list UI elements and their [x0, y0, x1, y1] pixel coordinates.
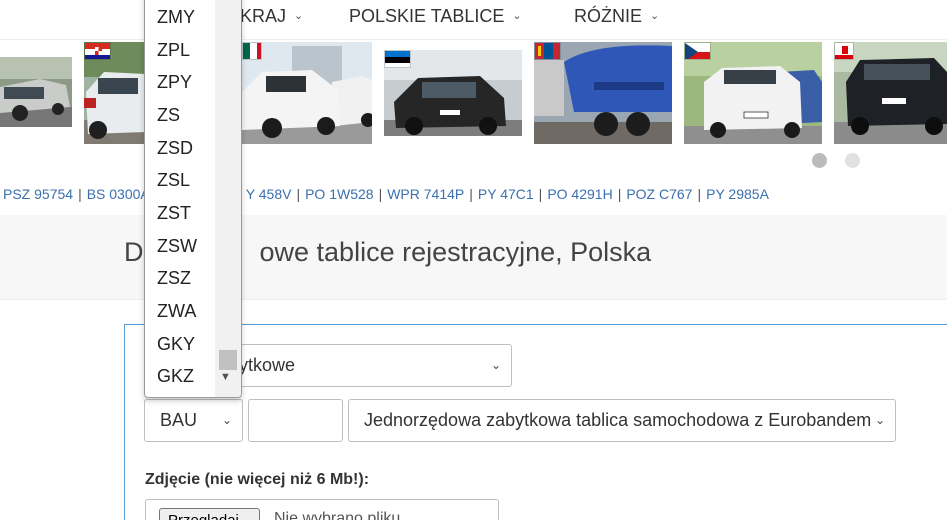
nav-item-label: KRAJ: [240, 6, 287, 26]
chevron-down-icon: ⌄: [650, 10, 660, 22]
estonia-flag-icon: [384, 50, 411, 68]
page-title-start: D: [124, 237, 144, 267]
plate-link[interactable]: PO 4291H: [547, 186, 612, 202]
gibraltar-flag-icon: [834, 42, 854, 60]
code-select-value: BAU: [160, 410, 198, 430]
plate-type-select[interactable]: Jednorzędowa zabytkowa tablica samochodo…: [348, 399, 896, 442]
croatia-flag-icon: [84, 42, 111, 60]
nav-item-label: RÓŻNIE: [574, 6, 643, 26]
file-upload-field[interactable]: Przeglądaj... Nie wybrano pliku.: [145, 499, 499, 520]
scrollbar-thumb[interactable]: [219, 350, 237, 370]
separator: |: [469, 186, 473, 202]
carousel-slide[interactable]: [242, 42, 372, 144]
plate-link[interactable]: Y 458V: [246, 186, 292, 202]
page-title-end: owe tablice rejestracyjne, Polska: [259, 237, 652, 267]
code-select[interactable]: BAU ⌄: [144, 399, 243, 442]
carousel-dot-active[interactable]: [812, 153, 827, 168]
separator: |: [617, 186, 622, 202]
chevron-down-icon: ⌄: [294, 10, 304, 22]
plate-number-input[interactable]: [248, 399, 343, 442]
dropdown-option[interactable]: ZSL: [145, 164, 215, 196]
separator: |: [78, 186, 82, 202]
carousel-slide[interactable]: [684, 42, 822, 144]
mongolia-flag-icon: [534, 42, 561, 60]
dropdown-option[interactable]: GKY: [145, 328, 215, 360]
carousel-slide[interactable]: [0, 57, 72, 127]
carousel-slide[interactable]: [834, 42, 947, 144]
chevron-down-icon: ⌄: [490, 358, 501, 372]
czech-flag-icon: [684, 42, 711, 60]
dropdown-option[interactable]: ZS: [145, 99, 215, 131]
dropdown-option[interactable]: ZSW: [145, 230, 215, 262]
dropdown-option[interactable]: ZPY: [145, 66, 215, 98]
browse-button[interactable]: Przeglądaj...: [159, 508, 261, 520]
top-nav: KRAJ ⌄ POLSKIE TABLICE ⌄ RÓŻNIE ⌄: [0, 0, 947, 40]
plate-link[interactable]: POZ C767: [626, 186, 692, 202]
nav-item-misc[interactable]: RÓŻNIE ⌄: [574, 6, 659, 27]
carousel-slide[interactable]: [384, 50, 522, 136]
photo-upload-label: Zdjęcie (nie więcej niż 6 Mb!):: [145, 471, 370, 488]
dropdown-option[interactable]: ZPL: [145, 34, 215, 66]
separator: |: [296, 186, 301, 202]
page-root: KRAJ ⌄ POLSKIE TABLICE ⌄ RÓŻNIE ⌄ PSZ 95…: [0, 0, 947, 520]
plate-link[interactable]: PY 47C1: [478, 186, 534, 202]
plate-type-value: Jednorzędowa zabytkowa tablica samochodo…: [364, 410, 872, 430]
nav-item-label: POLSKIE TABLICE: [349, 6, 505, 26]
plate-link[interactable]: PO 1W528: [305, 186, 373, 202]
photo-carousel: [0, 40, 947, 175]
plate-link[interactable]: PY 2985A: [706, 186, 769, 202]
nav-item-polish-plates[interactable]: POLSKIE TABLICE ⌄: [349, 6, 522, 27]
dropdown-option[interactable]: ZWA: [145, 295, 215, 327]
carousel-slide[interactable]: [84, 42, 146, 144]
category-select-value: ytkowe: [239, 355, 296, 375]
chevron-down-icon: ⌄: [221, 413, 232, 427]
plate-link[interactable]: PSZ 95754: [3, 186, 73, 202]
plate-link[interactable]: BS 0300A: [87, 186, 150, 202]
dropdown-option[interactable]: ZSD: [145, 132, 215, 164]
separator: |: [378, 186, 383, 202]
carousel-slide[interactable]: [534, 42, 672, 144]
carousel-dot[interactable]: [845, 153, 860, 168]
car-photo: [0, 57, 72, 127]
dropdown-option[interactable]: ZSZ: [145, 262, 215, 294]
dropdown-option[interactable]: ZST: [145, 197, 215, 229]
plate-link[interactable]: WPR 7414P: [387, 186, 464, 202]
file-status-text: Nie wybrano pliku.: [274, 510, 405, 520]
code-dropdown-list[interactable]: ZMY ZPL ZPY ZS ZSD ZSL ZST ZSW ZSZ ZWA G…: [144, 0, 242, 398]
dropdown-option[interactable]: GKZ: [145, 360, 215, 392]
separator: |: [697, 186, 702, 202]
dropdown-scrollbar[interactable]: ▼: [215, 0, 241, 397]
nav-item-country[interactable]: KRAJ ⌄: [240, 6, 303, 27]
scroll-down-arrow-icon[interactable]: ▼: [220, 371, 231, 383]
chevron-down-icon: ⌄: [874, 413, 885, 427]
mexico-flag-icon: [242, 42, 262, 60]
chevron-down-icon: ⌄: [512, 10, 522, 22]
dropdown-option[interactable]: ZMY: [145, 1, 215, 33]
separator: |: [538, 186, 543, 202]
recent-plates-list: PSZ 95754 | BS 0300A Y 458V | PO 1W528 | WPR 74…: [3, 186, 769, 202]
